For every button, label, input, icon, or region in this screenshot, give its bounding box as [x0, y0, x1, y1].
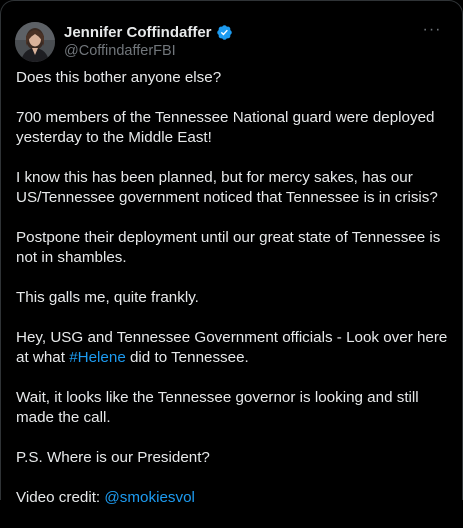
- tweet-paragraph-6-end: did to Tennessee.: [125, 349, 249, 366]
- avatar[interactable]: [15, 22, 55, 62]
- verified-badge-icon: [216, 24, 233, 41]
- tweet-card: Jennifer Coffindaffer @CoffindafferFBI ·…: [0, 0, 463, 506]
- tweet-paragraph-4: Postpone their deployment until our grea…: [16, 229, 441, 266]
- display-name-row: Jennifer Coffindaffer: [64, 23, 233, 42]
- author-names: Jennifer Coffindaffer @CoffindafferFBI: [64, 23, 233, 59]
- tweet-text: Does this bother anyone else? 700 member…: [16, 68, 448, 528]
- tweet-paragraph-2: 700 members of the Tennessee National gu…: [16, 109, 435, 146]
- tweet-paragraph-3: I know this has been planned, but for me…: [16, 169, 438, 206]
- tweet-paragraph-7: Wait, it looks like the Tennessee govern…: [16, 389, 419, 426]
- tweet-paragraph-8: P.S. Where is our President?: [16, 449, 210, 466]
- author-handle[interactable]: @CoffindafferFBI: [64, 43, 233, 59]
- tweet-header: Jennifer Coffindaffer @CoffindafferFBI ·…: [15, 22, 448, 62]
- mention-link[interactable]: @smokiesvol: [104, 489, 195, 506]
- tweet-paragraph-9: Video credit: @smokiesvol: [16, 488, 448, 508]
- tweet-paragraph-5: This galls me, quite frankly.: [16, 289, 199, 306]
- tweet-paragraph-6: Hey, USG and Tennessee Government offici…: [16, 328, 448, 368]
- video-credit-label: Video credit:: [16, 489, 105, 506]
- display-name[interactable]: Jennifer Coffindaffer: [64, 24, 212, 41]
- tweet-paragraph-1: Does this bother anyone else?: [16, 69, 222, 86]
- hashtag-link[interactable]: #Helene: [69, 349, 126, 366]
- more-options-icon[interactable]: ···: [422, 22, 442, 40]
